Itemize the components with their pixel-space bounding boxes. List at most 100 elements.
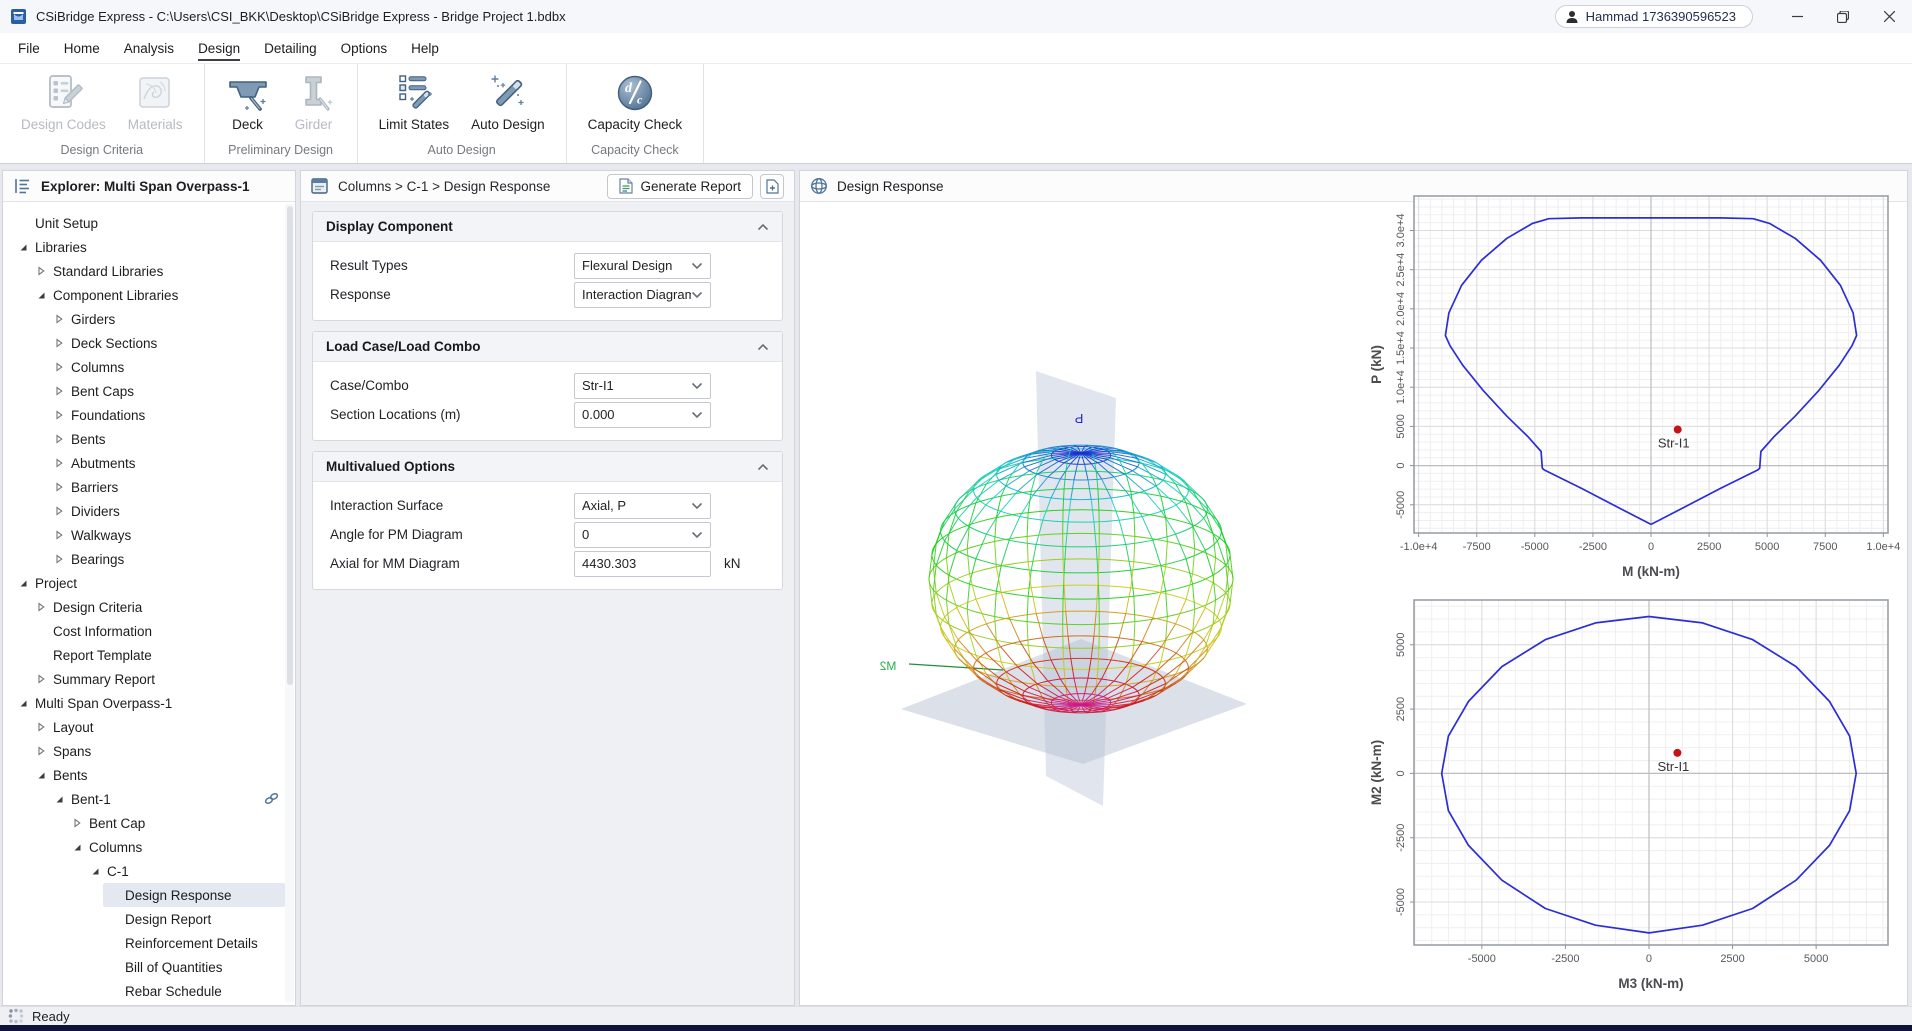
tree-item-bents[interactable]: Bents <box>3 427 295 451</box>
restore-button[interactable] <box>1820 0 1866 33</box>
collapsed-arrow-icon[interactable] <box>31 746 51 756</box>
section-header-multivalued-options[interactable]: Multivalued Options <box>313 452 782 482</box>
ribbon-button-auto-design[interactable]: Auto Design <box>460 70 556 133</box>
tree-item-design-report[interactable]: Design Report <box>3 907 295 931</box>
tree-item-girders[interactable]: Girders <box>3 307 295 331</box>
ribbon-button-design-codes[interactable]: Design Codes <box>10 70 117 133</box>
tree-item-bill-of-quantities[interactable]: Bill of Quantities <box>3 955 295 979</box>
collapsed-arrow-icon[interactable] <box>49 458 69 468</box>
menu-analysis[interactable]: Analysis <box>112 37 186 60</box>
collapse-chevron-icon[interactable] <box>757 459 769 474</box>
expanded-arrow-icon[interactable] <box>31 290 51 300</box>
tree-item-bent-cap[interactable]: Bent Cap <box>3 811 295 835</box>
menu-help[interactable]: Help <box>399 37 451 60</box>
menu-options[interactable]: Options <box>329 37 400 60</box>
collapsed-arrow-icon[interactable] <box>31 602 51 612</box>
tree-item-multi-span-overpass-1[interactable]: Multi Span Overpass-1 <box>3 691 295 715</box>
collapsed-arrow-icon[interactable] <box>49 482 69 492</box>
dropdown-result-types[interactable]: Flexural Design <box>574 252 711 279</box>
scrollbar-thumb[interactable] <box>286 206 293 685</box>
ribbon-button-materials[interactable]: Materials <box>117 70 194 133</box>
user-account-badge[interactable]: Hammad 1736390596523 <box>1554 5 1753 28</box>
tree-item-c-1[interactable]: C-1 <box>3 859 295 883</box>
tree-item-libraries[interactable]: Libraries <box>3 235 295 259</box>
collapsed-arrow-icon[interactable] <box>49 386 69 396</box>
tree-item-deck-sections[interactable]: Deck Sections <box>3 331 295 355</box>
tree-item-bent-caps[interactable]: Bent Caps <box>3 379 295 403</box>
dropdown-angle-for-pm-diagram[interactable]: 0 <box>574 521 711 548</box>
collapsed-arrow-icon[interactable] <box>49 410 69 420</box>
tree-item-standard-libraries[interactable]: Standard Libraries <box>3 259 295 283</box>
field-value: 4430.303 <box>582 556 637 571</box>
tree-item-layout[interactable]: Layout <box>3 715 295 739</box>
tree-item-walkways[interactable]: Walkways <box>3 523 295 547</box>
collapsed-arrow-icon[interactable] <box>49 554 69 564</box>
tree-item-columns[interactable]: Columns <box>3 835 295 859</box>
expanded-arrow-icon[interactable] <box>13 698 33 708</box>
tree-item-reinforcement-details[interactable]: Reinforcement Details <box>3 931 295 955</box>
tree-item-bents[interactable]: Bents <box>3 763 295 787</box>
generate-report-button[interactable]: Generate Report <box>607 173 753 199</box>
explorer-panel: Explorer: Multi Span Overpass-1 Unit Set… <box>2 170 296 1006</box>
collapsed-arrow-icon[interactable] <box>49 506 69 516</box>
dropdown-response[interactable]: Interaction Diagram <box>574 281 711 308</box>
interaction-surface-3d-view[interactable]: P M2 <box>831 336 1331 896</box>
section-header-display-component[interactable]: Display Component <box>313 212 782 242</box>
tree-item-cost-information[interactable]: Cost Information <box>3 619 295 643</box>
user-name: Hammad 1736390596523 <box>1585 9 1736 24</box>
collapsed-arrow-icon[interactable] <box>49 314 69 324</box>
menu-design[interactable]: Design <box>186 37 252 61</box>
tree-item-unit-setup[interactable]: Unit Setup <box>3 211 295 235</box>
report-icon <box>619 178 634 194</box>
tree-item-rebar-schedule[interactable]: Rebar Schedule <box>3 979 295 1003</box>
explorer-scrollbar[interactable] <box>285 204 294 1002</box>
expanded-arrow-icon[interactable] <box>49 794 69 804</box>
dropdown-interaction-surface[interactable]: Axial, P <box>574 492 711 519</box>
collapsed-arrow-icon[interactable] <box>67 818 87 828</box>
section-header-load-case-load-combo[interactable]: Load Case/Load Combo <box>313 332 782 362</box>
tree-item-columns[interactable]: Columns <box>3 355 295 379</box>
tree-item-bearings[interactable]: Bearings <box>3 547 295 571</box>
menu-home[interactable]: Home <box>52 37 112 60</box>
expanded-arrow-icon[interactable] <box>13 578 33 588</box>
tree-item-report-template[interactable]: Report Template <box>3 643 295 667</box>
menu-detailing[interactable]: Detailing <box>252 37 329 60</box>
expanded-arrow-icon[interactable] <box>85 866 105 876</box>
collapsed-arrow-icon[interactable] <box>49 338 69 348</box>
expanded-arrow-icon[interactable] <box>13 242 33 252</box>
tree-item-bent-1[interactable]: Bent-1 <box>3 787 295 811</box>
collapsed-arrow-icon[interactable] <box>49 434 69 444</box>
ribbon-button-deck[interactable]: Deck <box>215 70 281 133</box>
expanded-arrow-icon[interactable] <box>67 842 87 852</box>
tree-item-dividers[interactable]: Dividers <box>3 499 295 523</box>
tree-item-spans[interactable]: Spans <box>3 739 295 763</box>
add-report-button[interactable] <box>760 173 784 199</box>
ribbon-button-girder[interactable]: Girder <box>281 70 347 133</box>
collapsed-arrow-icon[interactable] <box>49 362 69 372</box>
collapsed-arrow-icon[interactable] <box>31 722 51 732</box>
tree-item-abutments[interactable]: Abutments <box>3 451 295 475</box>
tree-item-summary-report[interactable]: Summary Report <box>3 667 295 691</box>
collapsed-arrow-icon[interactable] <box>31 266 51 276</box>
collapse-chevron-icon[interactable] <box>757 219 769 234</box>
tree-item-project[interactable]: Project <box>3 571 295 595</box>
tree-item-barriers[interactable]: Barriers <box>3 475 295 499</box>
input-axial-for-mm-diagram[interactable]: 4430.303 <box>574 550 711 577</box>
collapsed-arrow-icon[interactable] <box>31 674 51 684</box>
ribbon-button-limit-states[interactable]: Limit States <box>368 70 461 133</box>
tree-item-foundations[interactable]: Foundations <box>3 403 295 427</box>
minimize-button[interactable] <box>1774 0 1820 33</box>
dropdown-case-combo[interactable]: Str-I1 <box>574 372 711 399</box>
chevron-down-icon <box>691 502 703 510</box>
collapsed-arrow-icon[interactable] <box>49 530 69 540</box>
tree-item-design-criteria[interactable]: Design Criteria <box>3 595 295 619</box>
tree-item-design-response[interactable]: Design Response <box>3 883 295 907</box>
close-button[interactable] <box>1866 0 1912 33</box>
collapse-chevron-icon[interactable] <box>757 339 769 354</box>
svg-text:-5000: -5000 <box>1395 491 1407 519</box>
ribbon-button-capacity-check[interactable]: d c Capacity Check <box>577 70 694 133</box>
expanded-arrow-icon[interactable] <box>31 770 51 780</box>
dropdown-section-locations-m[interactable]: 0.000 <box>574 401 711 428</box>
menu-file[interactable]: File <box>6 37 52 60</box>
tree-item-component-libraries[interactable]: Component Libraries <box>3 283 295 307</box>
